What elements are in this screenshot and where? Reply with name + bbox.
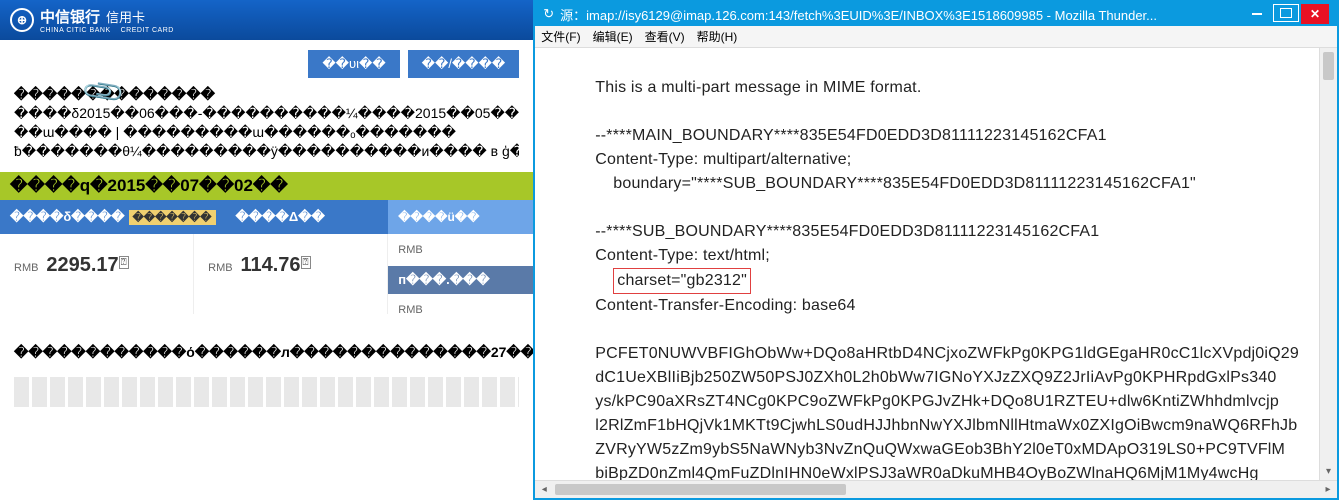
garbled-line-4: ƀ�������θ¼���������ÿ����������и���� в ģ�…	[14, 143, 519, 160]
balance-amount: 2295.17	[46, 254, 118, 276]
menubar: 文件(F) 编辑(E) 查看(V) 帮助(H)	[535, 26, 1337, 48]
maximize-button[interactable]	[1273, 4, 1299, 22]
hscroll-thumb[interactable]	[555, 484, 846, 495]
minimize-button[interactable]	[1243, 4, 1271, 24]
src-line: boundary="****SUB_BOUNDARY****835E54FD0E…	[595, 175, 1196, 192]
title-prefix: 源：	[560, 8, 586, 23]
vertical-scrollbar[interactable]: ▾	[1319, 48, 1337, 480]
right-rmb-2: RMB	[388, 294, 533, 326]
menu-edit[interactable]: 编辑(E)	[593, 28, 633, 45]
base64-line: ZVRyYW5zZm9ybS5NaWNyb3NvZnQuQWxwaGEob3Bh…	[595, 441, 1285, 458]
charset-highlight: charset="gb2312"	[613, 268, 751, 294]
menu-help[interactable]: 帮助(H)	[697, 28, 738, 45]
due-date-bar: ����q�2015��07��02��	[0, 172, 533, 200]
base64-line: biBpZD0nZml4QmFuZDlnIHN0eWxlPSJ3aWR0aDku…	[595, 465, 1258, 480]
base64-line: l2RlZmF1bHQjVk1MKTt9CjwhLS0udHJJhbnNwYXJ…	[595, 417, 1297, 434]
bank-header: ⊕ 中信银行 信用卡 CHINA CITIC BANK CREDIT CARD	[0, 0, 533, 40]
right-col-hdr: ����ü��	[388, 200, 533, 234]
hdr-balance: ����δ����	[10, 209, 125, 225]
bank-statement-panel: ⊕ 中信银行 信用卡 CHINA CITIC BANK CREDIT CARD …	[0, 0, 533, 500]
minpay-amount: 114.76	[240, 254, 300, 276]
garbled-line-2: ����δ2015��06���-����������¼����2015��05…	[14, 105, 519, 122]
amount-balance-cell: RMB 2295.17⍰	[0, 234, 194, 314]
menu-file[interactable]: 文件(F)	[541, 28, 580, 45]
vscroll-down-icon[interactable]: ▾	[1320, 462, 1337, 480]
window-title: imap://isy6129@imap.126.com:143/fetch%3E…	[586, 8, 1157, 23]
hscroll-right-icon[interactable]: ▸	[1319, 484, 1337, 495]
right-col-sub: п���.���	[388, 266, 533, 294]
base64-line: dC1UeXBlIiBjb250ZW50PSJ0ZXh0L2h0bWw7IGNo…	[595, 369, 1276, 386]
vscroll-thumb[interactable]	[1323, 52, 1334, 80]
due-date-text: ����q�2015��07��02��	[10, 176, 288, 195]
divider-stripe	[14, 377, 519, 407]
right-info-col: ����ü�� RMB п���.��� RMB	[388, 200, 533, 326]
titlebar[interactable]: ↻ 源：imap://isy6129@imap.126.com:143/fetc…	[535, 2, 1337, 26]
currency-label: RMB	[208, 262, 232, 274]
menu-view[interactable]: 查看(V)	[645, 28, 685, 45]
src-line: --****SUB_BOUNDARY****835E54FD0EDD3D8111…	[595, 223, 1099, 240]
src-line: --****MAIN_BOUNDARY****835E54FD0EDD3D811…	[595, 127, 1106, 144]
action-button-1[interactable]: ��υι��	[308, 50, 399, 78]
thunderbird-window: ↻ 源：imap://isy6129@imap.126.com:143/fetc…	[533, 0, 1339, 500]
card-sub: CREDIT CARD	[121, 27, 174, 34]
garbled-line-3: ��ɯ���� | ���������ɯ������ₒ�������	[14, 124, 519, 141]
card-label: 信用卡	[106, 7, 145, 26]
message-source[interactable]: This is a multi-part message in MIME for…	[535, 48, 1319, 480]
action-button-2[interactable]: ��/����	[408, 50, 520, 78]
src-line: Content-Transfer-Encoding: base64	[595, 297, 855, 314]
hdr-minpay: ����Δ��	[236, 209, 325, 225]
src-line: This is a multi-part message in MIME for…	[595, 79, 921, 96]
right-rmb-1: RMB	[388, 234, 533, 266]
bottom-garble: ������������ό������л��������������27����…	[0, 334, 533, 371]
amounts-header: ����δ���� ������� ����Δ��	[0, 200, 388, 234]
base64-line: ys/kPC90aXRsZT4NCg0KPC9oZWFkPg0KPGJvZHk+…	[595, 393, 1279, 410]
reload-icon[interactable]: ↻	[543, 6, 554, 22]
base64-line: PCFET0NUWVBFIGhObWw+DQo8aHRtbD4NCjxoZWFk…	[595, 345, 1299, 362]
hscroll-left-icon[interactable]: ◂	[535, 484, 553, 495]
src-line: Content-Type: multipart/alternative;	[595, 151, 851, 168]
horizontal-scrollbar[interactable]: ◂ ▸	[535, 480, 1337, 498]
amount-minpay-cell: RMB 114.76⍰	[194, 234, 388, 314]
bank-sub: CHINA CITIC BANK	[40, 27, 111, 34]
tag-1: �������	[129, 210, 216, 225]
bank-logo-icon: ⊕	[10, 8, 34, 32]
close-button[interactable]: ✕	[1301, 4, 1329, 24]
bank-name: 中信银行	[40, 6, 100, 27]
src-line: Content-Type: text/html;	[595, 247, 770, 264]
currency-label: RMB	[14, 262, 38, 274]
